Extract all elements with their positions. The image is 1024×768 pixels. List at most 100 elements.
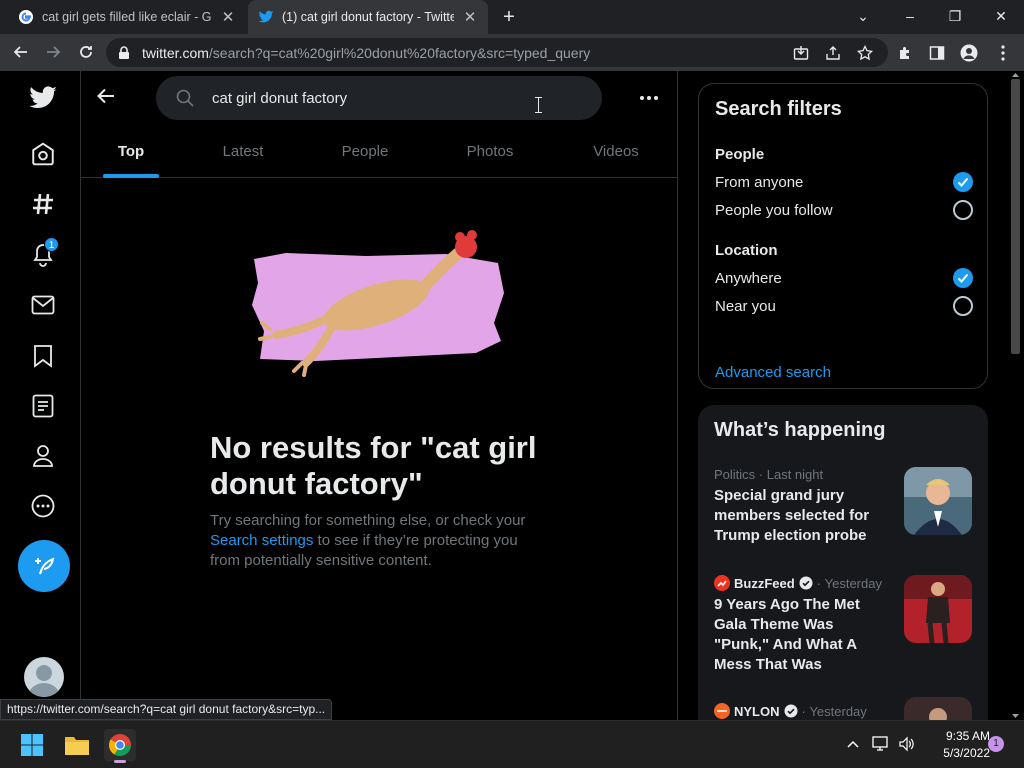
trend-category: Politics bbox=[714, 467, 756, 482]
scroll-up-arrow-icon[interactable] bbox=[1007, 71, 1024, 79]
trend-item[interactable]: NYLON · Yesterday bbox=[714, 697, 972, 735]
trend-source: NYLON bbox=[734, 703, 780, 719]
filter-from-anyone[interactable]: From anyone bbox=[715, 170, 973, 194]
arrow-left-icon bbox=[13, 46, 27, 58]
filter-label: Anywhere bbox=[715, 269, 782, 287]
show-hidden-icons-chevron-icon[interactable] bbox=[846, 733, 860, 755]
restore-button[interactable]: ❐ bbox=[940, 4, 970, 28]
page-scrollbar[interactable] bbox=[1007, 71, 1024, 720]
address-bar[interactable]: twitter.com/search?q=cat%20girl%20donut%… bbox=[106, 38, 888, 67]
tab-title: (1) cat girl donut factory - Twitter bbox=[282, 10, 454, 24]
home-icon[interactable] bbox=[28, 139, 58, 169]
tab-title: cat girl gets filled like eclair - Goo bbox=[42, 10, 212, 24]
bookmark-star-icon[interactable] bbox=[854, 42, 876, 64]
whats-happening-title: What’s happening bbox=[714, 419, 886, 441]
people-filter-heading: People bbox=[715, 146, 765, 163]
empty-radio-icon[interactable] bbox=[953, 296, 973, 316]
profile-person-icon[interactable] bbox=[28, 441, 58, 471]
scroll-down-arrow-icon[interactable] bbox=[1007, 712, 1024, 720]
trend-source: BuzzFeed bbox=[734, 575, 795, 591]
side-panel-icon[interactable] bbox=[926, 42, 948, 64]
bookmarks-icon[interactable] bbox=[28, 341, 58, 371]
browser-tab-twitter[interactable]: (1) cat girl donut factory - Twitter ✕ bbox=[248, 0, 488, 34]
verified-badge-icon bbox=[784, 704, 797, 718]
close-window-button[interactable]: ✕ bbox=[986, 4, 1016, 28]
main-column: Top Latest People Photos Videos No resul… bbox=[80, 71, 678, 720]
network-icon[interactable] bbox=[872, 733, 890, 755]
minimize-button[interactable]: – bbox=[895, 4, 925, 28]
browser-tab-google[interactable]: cat girl gets filled like eclair - Goo ✕ bbox=[8, 0, 246, 34]
empty-radio-icon[interactable] bbox=[953, 200, 973, 220]
tab-videos[interactable]: Videos bbox=[555, 125, 677, 178]
browser-tabstrip: cat girl gets filled like eclair - Goo ✕… bbox=[0, 0, 1024, 34]
trend-time: Yesterday bbox=[824, 575, 882, 591]
url-path: /search?q=cat%20girl%20donut%20factory&s… bbox=[208, 44, 591, 61]
trend-item[interactable]: BuzzFeed · Yesterday 9 Years Ago The Met… bbox=[714, 575, 972, 675]
twitter-logo-icon[interactable] bbox=[28, 83, 58, 113]
filter-anywhere[interactable]: Anywhere bbox=[715, 266, 973, 290]
tab-search-chevron-icon[interactable]: ⌄ bbox=[848, 4, 878, 28]
tab-latest[interactable]: Latest bbox=[181, 125, 305, 178]
active-tab-indicator bbox=[103, 174, 159, 178]
share-icon[interactable] bbox=[822, 42, 844, 64]
tab-top[interactable]: Top bbox=[81, 125, 181, 178]
install-app-icon[interactable] bbox=[790, 42, 812, 64]
avatar[interactable] bbox=[24, 657, 64, 697]
chrome-taskbar-icon[interactable] bbox=[104, 729, 136, 763]
compose-tweet-button[interactable] bbox=[18, 540, 70, 592]
trend-headline: Special grand jury members selected for … bbox=[714, 487, 870, 544]
dot-separator: · bbox=[755, 467, 767, 482]
link-status-bar: https://twitter.com/search?q=cat girl do… bbox=[0, 699, 333, 720]
more-options-icon[interactable] bbox=[636, 87, 662, 109]
trend-thumbnail bbox=[904, 575, 972, 643]
search-input[interactable] bbox=[212, 89, 572, 107]
twitter-bird-icon bbox=[258, 10, 274, 23]
new-tab-button[interactable]: + bbox=[498, 6, 520, 28]
more-circle-icon[interactable] bbox=[28, 491, 58, 521]
filter-label: People you follow bbox=[715, 201, 833, 219]
notification-badge: 1 bbox=[44, 237, 59, 252]
reload-button[interactable] bbox=[73, 40, 99, 64]
no-results-title: No results for "cat girl donut factory" bbox=[210, 430, 537, 501]
tab-label: Photos bbox=[466, 143, 514, 160]
search-settings-link[interactable]: Search settings bbox=[210, 532, 313, 549]
filter-label: From anyone bbox=[715, 173, 804, 191]
search-bar[interactable] bbox=[156, 76, 602, 120]
dot-separator: · bbox=[816, 575, 825, 591]
messages-envelope-icon[interactable] bbox=[28, 290, 58, 320]
close-tab-icon[interactable]: ✕ bbox=[220, 8, 236, 26]
default-avatar-icon bbox=[28, 665, 60, 697]
filter-people-you-follow[interactable]: People you follow bbox=[715, 198, 973, 222]
tab-people[interactable]: People bbox=[305, 125, 425, 178]
extensions-puzzle-icon[interactable] bbox=[894, 42, 916, 64]
advanced-search-link[interactable]: Advanced search bbox=[715, 364, 831, 381]
checkmark-radio-icon[interactable] bbox=[953, 172, 973, 192]
tab-photos[interactable]: Photos bbox=[425, 125, 555, 178]
back-button[interactable] bbox=[8, 40, 34, 64]
volume-icon[interactable] bbox=[898, 733, 916, 755]
notification-center-badge[interactable]: 1 bbox=[988, 736, 1004, 752]
google-icon bbox=[19, 10, 33, 24]
file-explorer-icon[interactable] bbox=[61, 729, 93, 761]
search-filters-title: Search filters bbox=[715, 98, 842, 120]
forward-button[interactable] bbox=[40, 40, 66, 64]
tab-label: People bbox=[341, 143, 389, 160]
location-filter-heading: Location bbox=[715, 242, 778, 259]
system-clock[interactable]: 9:35 AM 5/3/2022 bbox=[920, 728, 990, 762]
lists-icon[interactable] bbox=[28, 391, 58, 421]
checkmark-radio-icon[interactable] bbox=[953, 268, 973, 288]
trend-time: Last night bbox=[766, 467, 824, 482]
tab-label: Latest bbox=[222, 143, 264, 160]
filter-near-you[interactable]: Near you bbox=[715, 294, 973, 318]
scrollbar-thumb[interactable] bbox=[1011, 79, 1020, 354]
windows-start-icon[interactable] bbox=[16, 729, 48, 761]
left-navigation: 1 bbox=[0, 71, 80, 720]
search-filters-panel: Search filters People From anyone People… bbox=[698, 83, 988, 389]
arrow-right-icon bbox=[47, 46, 61, 58]
explore-hashtag-icon[interactable] bbox=[28, 189, 58, 219]
close-tab-icon[interactable]: ✕ bbox=[462, 8, 478, 26]
trend-item[interactable]: Politics · Last night Special grand jury… bbox=[714, 467, 972, 546]
kebab-menu-icon[interactable] bbox=[992, 42, 1014, 64]
profile-icon[interactable] bbox=[958, 42, 980, 64]
back-arrow-icon[interactable] bbox=[95, 85, 117, 107]
